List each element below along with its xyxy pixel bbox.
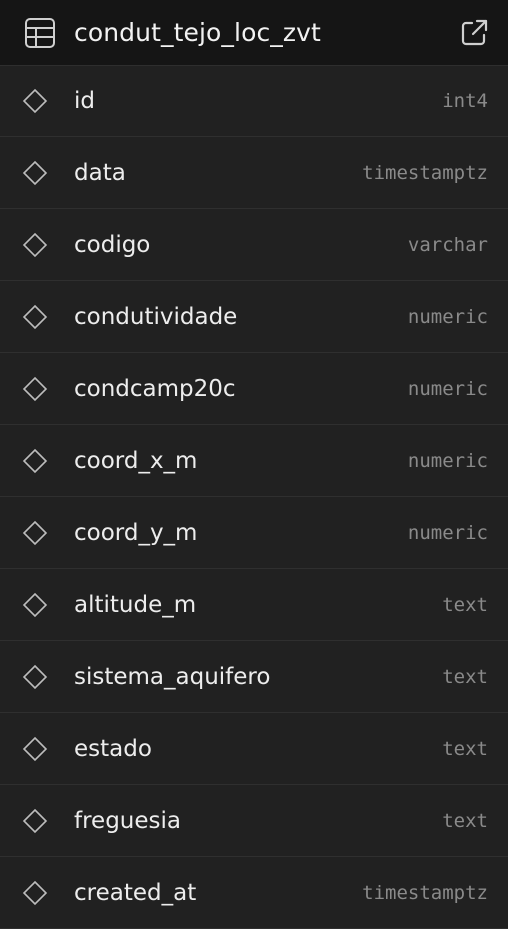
table-icon (24, 17, 56, 49)
column-type: text (442, 737, 488, 760)
column-row[interactable]: estado text (0, 713, 508, 785)
column-row[interactable]: created_at timestamptz (0, 857, 508, 929)
column-type: varchar (407, 233, 488, 256)
column-row[interactable]: altitude_m text (0, 569, 508, 641)
column-row[interactable]: id int4 (0, 66, 508, 137)
column-type: numeric (407, 377, 488, 400)
diamond-icon (22, 880, 48, 906)
column-type: text (442, 809, 488, 832)
diamond-icon (22, 376, 48, 402)
column-name: condcamp20c (74, 375, 236, 402)
column-row[interactable]: coord_y_m numeric (0, 497, 508, 569)
column-name: id (74, 88, 95, 114)
column-name: estado (74, 735, 152, 762)
diamond-icon (22, 160, 48, 186)
external-link-icon[interactable] (458, 17, 490, 49)
column-name: coord_y_m (74, 519, 198, 546)
column-row[interactable]: codigo varchar (0, 209, 508, 281)
diamond-icon (22, 448, 48, 474)
column-type: timestamptz (362, 881, 488, 904)
column-type: timestamptz (362, 161, 488, 184)
column-type: numeric (407, 449, 488, 472)
column-name: coord_x_m (74, 447, 198, 474)
diamond-icon (22, 592, 48, 618)
column-name: freguesia (74, 807, 181, 834)
column-name: created_at (74, 879, 197, 906)
column-type: text (442, 593, 488, 616)
column-list: id int4 data timestamptz codigo varchar condut… (0, 66, 508, 929)
column-type: numeric (407, 305, 488, 328)
column-row[interactable]: sistema_aquifero text (0, 641, 508, 713)
diamond-icon (22, 664, 48, 690)
column-type: text (442, 665, 488, 688)
column-row[interactable]: data timestamptz (0, 137, 508, 209)
column-name: altitude_m (74, 591, 197, 618)
column-row[interactable]: condcamp20c numeric (0, 353, 508, 425)
column-name: data (74, 159, 126, 186)
column-type: numeric (407, 521, 488, 544)
column-row[interactable]: condutividade numeric (0, 281, 508, 353)
diamond-icon (22, 304, 48, 330)
table-header: condut_tejo_loc_zvt (0, 0, 508, 66)
diamond-icon (22, 736, 48, 762)
column-row[interactable]: freguesia text (0, 785, 508, 857)
column-name: sistema_aquifero (74, 663, 271, 690)
diamond-icon (22, 808, 48, 834)
column-type: int4 (442, 90, 488, 112)
diamond-icon (22, 88, 48, 114)
diamond-icon (22, 520, 48, 546)
diamond-icon (22, 232, 48, 258)
column-name: codigo (74, 231, 151, 258)
table-title: condut_tejo_loc_zvt (74, 18, 321, 47)
column-name: condutividade (74, 303, 238, 330)
column-row[interactable]: coord_x_m numeric (0, 425, 508, 497)
